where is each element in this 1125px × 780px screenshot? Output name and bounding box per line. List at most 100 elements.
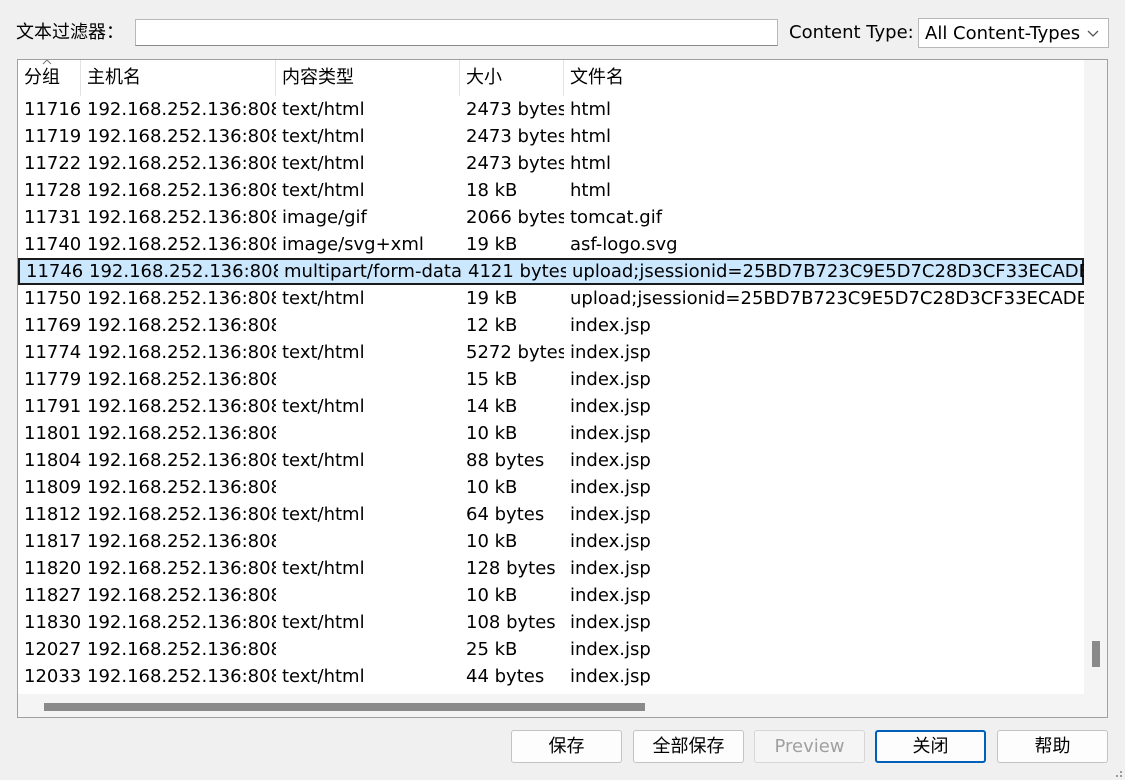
cell-content-type <box>276 582 460 609</box>
vertical-scrollbar[interactable] <box>1084 60 1107 694</box>
cell-hostname: 192.168.252.136:8080 <box>87 504 276 525</box>
cell-content-type: image/gif <box>282 207 367 228</box>
table-row[interactable]: 11722 192.168.252.136:8080 text/html 2473 b… <box>18 150 1084 177</box>
cell-content-type: text/html <box>282 504 365 525</box>
cell-hostname: 192.168.252.136:8080 <box>87 288 276 309</box>
column-header-group[interactable]: 分组 <box>18 60 81 96</box>
table-row[interactable]: 11750 192.168.252.136:8080 text/html 19 kB u… <box>18 285 1084 312</box>
table-row[interactable]: 11728 192.168.252.136:8080 text/html 18 kB h… <box>18 177 1084 204</box>
preview-button[interactable]: Preview <box>754 730 865 763</box>
cell-content-type: text/html <box>282 180 365 201</box>
table-row[interactable]: 11809 192.168.252.136:8080 10 kB index.jsp <box>18 474 1084 501</box>
cell-size: 88 bytes <box>466 450 545 471</box>
table-row-selected[interactable]: 11746 192.168.252.136:8080 multipart/form-… <box>18 258 1086 285</box>
table-row[interactable]: 11812 192.168.252.136:8080 text/html 64 byt… <box>18 501 1084 528</box>
table-row[interactable]: 11820 192.168.252.136:8080 text/html 128 by… <box>18 555 1084 582</box>
cell-hostname: 192.168.252.136:8080 <box>87 234 276 255</box>
cell-content-type <box>276 528 460 555</box>
table-row[interactable]: 12033 192.168.252.136:8080 text/html 44 byt… <box>18 663 1084 690</box>
table-row[interactable]: 11801 192.168.252.136:8080 10 kB index.jsp <box>18 420 1084 447</box>
table-row[interactable]: 11774 192.168.252.136:8080 text/html 5272 b… <box>18 339 1084 366</box>
table-row[interactable]: 11827 192.168.252.136:8080 10 kB index.jsp <box>18 582 1084 609</box>
column-header-content-type[interactable]: 内容类型 <box>276 60 460 96</box>
save-all-button[interactable]: 全部保存 <box>633 730 744 763</box>
table-row[interactable]: 11769 192.168.252.136:8080 12 kB index.jsp <box>18 312 1084 339</box>
cell-hostname: 192.168.252.136:8080 <box>87 666 276 687</box>
column-header-size[interactable]: 大小 <box>460 60 564 96</box>
cell-size: 10 kB <box>466 477 518 498</box>
cell-hostname: 192.168.252.136:8080 <box>87 315 276 336</box>
cell-content-type: text/html <box>282 126 365 147</box>
cell-group: 11740 <box>24 234 81 255</box>
list-header: 分组 主机名 内容类型 大小 文件名 <box>18 60 1084 96</box>
cell-group: 11812 <box>24 504 81 525</box>
cell-content-type <box>276 420 460 447</box>
table-row[interactable]: 11791 192.168.252.136:8080 text/html 14 kB i… <box>18 393 1084 420</box>
cell-hostname: 192.168.252.136:8080 <box>89 261 278 282</box>
cell-group: 11769 <box>24 315 81 336</box>
cell-filename: index.jsp <box>570 369 651 390</box>
cell-group: 11804 <box>24 450 81 471</box>
sort-ascending-icon <box>42 60 52 65</box>
cell-group: 11791 <box>24 396 81 417</box>
horizontal-scroll-thumb[interactable] <box>44 703 645 711</box>
column-header-label: 大小 <box>466 67 502 88</box>
object-list[interactable]: 分组 主机名 内容类型 大小 文件名 11716 192.168.252.136:… <box>17 59 1108 718</box>
cell-filename: index.jsp <box>570 558 651 579</box>
cell-hostname: 192.168.252.136:8080 <box>87 396 276 417</box>
cell-group: 11746 <box>26 261 83 282</box>
cell-group: 11719 <box>24 126 81 147</box>
cell-hostname: 192.168.252.136:8080 <box>87 126 276 147</box>
cell-size: 19 kB <box>466 234 518 255</box>
cell-size: 2066 bytes <box>466 207 564 228</box>
vertical-scroll-thumb[interactable] <box>1092 641 1100 667</box>
cell-hostname: 192.168.252.136:8080 <box>87 342 276 363</box>
cell-group: 11728 <box>24 180 81 201</box>
cell-group: 11827 <box>24 585 81 606</box>
cell-size: 14 kB <box>466 396 518 417</box>
cell-size: 2473 bytes <box>466 126 564 147</box>
content-type-dropdown[interactable]: All Content-Types <box>918 18 1109 48</box>
cell-group: 11820 <box>24 558 81 579</box>
cell-filename: html <box>570 126 612 147</box>
cell-group: 11750 <box>24 288 81 309</box>
column-header-label: 分组 <box>24 67 60 88</box>
resize-grip-icon[interactable] <box>1111 766 1123 778</box>
cell-content-type: image/svg+xml <box>282 234 424 255</box>
cell-filename: index.jsp <box>570 504 651 525</box>
table-row[interactable]: 12027 192.168.252.136:8080 25 kB index.jsp <box>18 636 1084 663</box>
table-row[interactable]: 11740 192.168.252.136:8080 image/svg+xml 19… <box>18 231 1084 258</box>
help-button[interactable]: 帮助 <box>997 730 1108 763</box>
table-row[interactable]: 11779 192.168.252.136:8080 15 kB index.jsp <box>18 366 1084 393</box>
table-row[interactable]: 11817 192.168.252.136:8080 10 kB index.jsp <box>18 528 1084 555</box>
cell-group: 11779 <box>24 369 81 390</box>
text-filter-input[interactable] <box>135 19 778 46</box>
cell-filename: index.jsp <box>570 342 651 363</box>
cell-content-type <box>276 474 460 501</box>
table-row[interactable]: 11804 192.168.252.136:8080 text/html 88 byt… <box>18 447 1084 474</box>
content-type-label: Content Type: <box>789 22 914 43</box>
text-filter-label: 文本过滤器： <box>16 22 124 43</box>
close-button[interactable]: 关闭 <box>875 730 986 763</box>
cell-hostname: 192.168.252.136:8080 <box>87 558 276 579</box>
cell-size: 10 kB <box>466 531 518 552</box>
horizontal-scrollbar[interactable] <box>18 694 1107 717</box>
column-header-label: 主机名 <box>87 67 141 88</box>
cell-size: 10 kB <box>466 585 518 606</box>
save-button[interactable]: 保存 <box>511 730 622 763</box>
cell-content-type <box>276 366 460 393</box>
cell-filename: upload;jsessionid=25BD7B723C9E5D7C28D3CF… <box>572 261 1086 282</box>
cell-size: 44 bytes <box>466 666 545 687</box>
cell-hostname: 192.168.252.136:8080 <box>87 450 276 471</box>
column-header-hostname[interactable]: 主机名 <box>81 60 276 96</box>
cell-hostname: 192.168.252.136:8080 <box>87 477 276 498</box>
table-row[interactable]: 11830 192.168.252.136:8080 text/html 108 by… <box>18 609 1084 636</box>
cell-content-type: text/html <box>282 288 365 309</box>
column-header-filename[interactable]: 文件名 <box>564 60 1084 96</box>
table-row[interactable]: 11716 192.168.252.136:8080 text/html 2473 b… <box>18 96 1084 123</box>
table-row[interactable]: 11731 192.168.252.136:8080 image/gif 2066 b… <box>18 204 1084 231</box>
cell-filename: html <box>570 153 612 174</box>
content-type-selected-value: All Content-Types <box>925 23 1081 44</box>
cell-group: 11830 <box>24 612 81 633</box>
table-row[interactable]: 11719 192.168.252.136:8080 text/html 2473 b… <box>18 123 1084 150</box>
